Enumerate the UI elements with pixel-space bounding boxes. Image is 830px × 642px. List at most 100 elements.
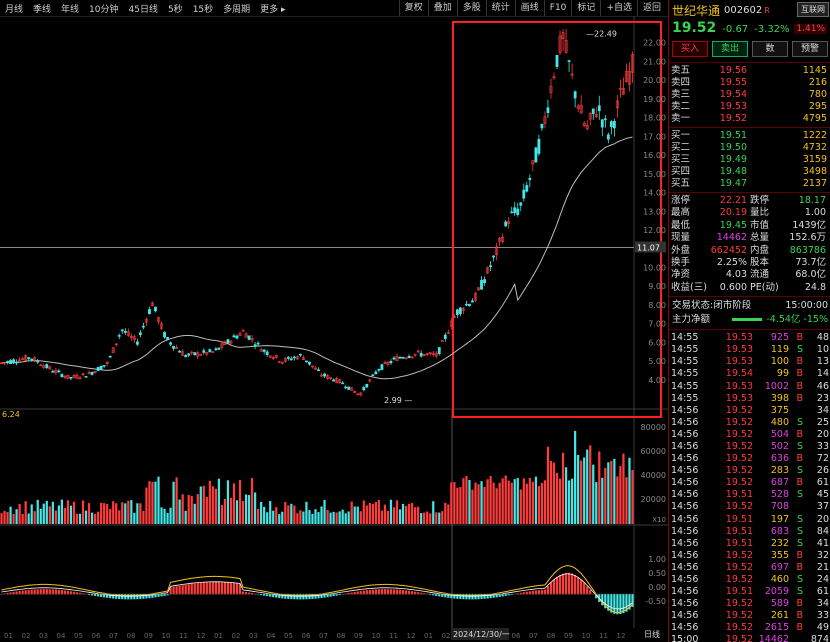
trade-tick-row[interactable]: 14:56 19.52 355 B 32: [669, 550, 830, 562]
ask-row[interactable]: 卖五 19.56 1145: [669, 65, 830, 77]
volume-bar: [571, 478, 574, 524]
bid-row[interactable]: 买二 19.50 4732: [669, 142, 830, 154]
tick-volume: 398: [770, 392, 789, 404]
period-more[interactable]: 更多 ▸: [255, 2, 290, 15]
trade-tick-row[interactable]: 14:56 19.52 502 S 33: [669, 441, 830, 453]
period-45day[interactable]: 45日线: [124, 2, 163, 15]
trade-tick-row[interactable]: 14:56 19.52 375 34: [669, 405, 830, 417]
tick-price: 19.52: [725, 622, 753, 634]
trade-tick-row[interactable]: 14:56 19.52 2615 B 49: [669, 622, 830, 634]
trade-tick-row[interactable]: 14:56 19.52 636 B 72: [669, 453, 830, 465]
trade-tick-row[interactable]: 15:00 19.52 14462 874: [669, 634, 830, 642]
trade-tick-row[interactable]: 14:56 19.52 460 S 24: [669, 574, 830, 586]
ask-row[interactable]: 卖二 19.53 295: [669, 101, 830, 113]
sector-tag[interactable]: 互联网: [797, 2, 829, 17]
tick-direction: S: [796, 416, 803, 428]
candle-body: [528, 177, 532, 180]
volume-bar: [483, 486, 486, 524]
volume-bar: [275, 507, 278, 524]
multi-stock-button[interactable]: 多股: [456, 0, 486, 16]
trade-tick-row[interactable]: 14:56 19.52 708 37: [669, 501, 830, 513]
draw-line-button[interactable]: 画线: [514, 0, 544, 16]
trade-tick-row[interactable]: 14:56 19.51 232 S 41: [669, 538, 830, 550]
candle-body: [169, 342, 172, 345]
volume-bar: [257, 508, 260, 524]
add-watchlist-button[interactable]: +自选: [600, 0, 637, 16]
trade-tick-row[interactable]: 14:56 19.51 528 S 45: [669, 489, 830, 501]
volume-bar: [205, 496, 208, 524]
period-15sec[interactable]: 15秒: [188, 2, 218, 15]
quantity-button[interactable]: 数: [752, 41, 788, 57]
tick-time: 14:56: [671, 586, 699, 598]
bid-row[interactable]: 买一 19.51 1222: [669, 130, 830, 142]
sell-button[interactable]: 卖出: [712, 41, 748, 57]
trade-tick-row[interactable]: 14:56 19.51 2059 S 61: [669, 586, 830, 598]
period-5sec[interactable]: 5秒: [163, 2, 188, 15]
date-tick-label: 02: [232, 632, 241, 640]
bid-row[interactable]: 买三 19.49 3159: [669, 154, 830, 166]
candle-body: [380, 364, 384, 370]
trade-tick-row[interactable]: 14:55 19.53 119 S 10: [669, 344, 830, 356]
ask-row[interactable]: 卖三 19.54 780: [669, 89, 830, 101]
volume-bar: [115, 503, 118, 524]
volume-bar: [211, 486, 214, 524]
volume-bar: [392, 507, 396, 524]
trade-tick-row[interactable]: 14:56 19.52 697 B 21: [669, 562, 830, 574]
ask-row[interactable]: 卖一 19.52 4795: [669, 113, 830, 125]
candle-body: [135, 341, 139, 345]
tick-direction: S: [796, 344, 803, 356]
tick-volume: 683: [770, 525, 789, 537]
bid-row[interactable]: 买四 19.48 3498: [669, 166, 830, 178]
trade-tick-row[interactable]: 14:56 19.52 261 B 33: [669, 610, 830, 622]
trade-tick-row[interactable]: 14:55 19.53 925 B 48: [669, 332, 830, 344]
macd-histogram-bar: [305, 594, 308, 600]
buy-button[interactable]: 买入: [672, 41, 708, 57]
trade-tick-row[interactable]: 14:56 19.51 197 S 20: [669, 514, 830, 526]
overlay-button[interactable]: 叠加: [427, 0, 457, 16]
candle-body: [247, 335, 251, 340]
trade-tick-row[interactable]: 14:55 19.54 99 B 14: [669, 368, 830, 380]
bid-label: 买四: [671, 166, 691, 177]
trade-tick-row[interactable]: 14:55 19.53 398 B 23: [669, 393, 830, 405]
volume-bar: [54, 510, 57, 524]
trade-tick-row[interactable]: 14:56 19.51 683 S 84: [669, 526, 830, 538]
volume-bar: [510, 482, 513, 524]
statistics-button[interactable]: 统计: [485, 0, 515, 16]
period-monthly[interactable]: 月线: [0, 2, 28, 15]
volume-bar: [175, 477, 178, 524]
ask-row[interactable]: 卖四 19.55 216: [669, 77, 830, 89]
alert-button[interactable]: 预警: [792, 41, 828, 57]
volume-bar: [263, 506, 266, 524]
volume-bar: [486, 479, 489, 524]
candle-body: [437, 347, 441, 354]
trade-tick-row[interactable]: 14:56 19.52 480 S 25: [669, 417, 830, 429]
bid-price: 19.49: [719, 154, 747, 165]
tick-time: 14:55: [671, 392, 699, 404]
trade-tick-row[interactable]: 14:56 19.52 504 B 20: [669, 429, 830, 441]
mark-button[interactable]: 标记: [571, 0, 600, 16]
tick-price: 19.52: [725, 501, 753, 513]
kline-chart[interactable]: 22.00 21.00 20.00 19.00 18.00 17.00 16.00 15.00…: [0, 16, 668, 642]
trade-tick-row[interactable]: 14:56 19.52 687 B 61: [669, 477, 830, 489]
trade-tick-row[interactable]: 14:56 19.52 589 B 34: [669, 598, 830, 610]
adjust-button[interactable]: 复权: [398, 0, 428, 16]
period-quarterly[interactable]: 季线: [28, 2, 56, 15]
trade-tick-row[interactable]: 14:56 19.52 283 S 26: [669, 465, 830, 477]
trade-ticks[interactable]: 14:55 19.53 925 B 48 14:55 19.53 119 S 10 14:55 19.…: [669, 332, 830, 642]
period-multi[interactable]: 多周期: [218, 2, 255, 15]
tick-count: 84: [816, 525, 829, 537]
candle-body: [51, 370, 55, 373]
macd-histogram-bar: [178, 585, 181, 595]
period-yearly[interactable]: 年线: [56, 2, 84, 15]
f10-button[interactable]: F10: [543, 0, 572, 16]
tick-price: 19.53: [725, 356, 753, 368]
back-button[interactable]: 返回: [636, 0, 666, 16]
trade-tick-row[interactable]: 14:55 19.53 1002 B 46: [669, 381, 830, 393]
volume-bar: [580, 460, 583, 524]
tick-volume: 504: [770, 428, 789, 440]
trade-tick-row[interactable]: 14:55 19.53 100 B 13: [669, 356, 830, 368]
candle-body: [525, 185, 529, 192]
period-10min[interactable]: 10分钟: [84, 2, 123, 15]
candle-body: [492, 255, 496, 258]
bid-row[interactable]: 买五 19.47 2137: [669, 178, 830, 190]
